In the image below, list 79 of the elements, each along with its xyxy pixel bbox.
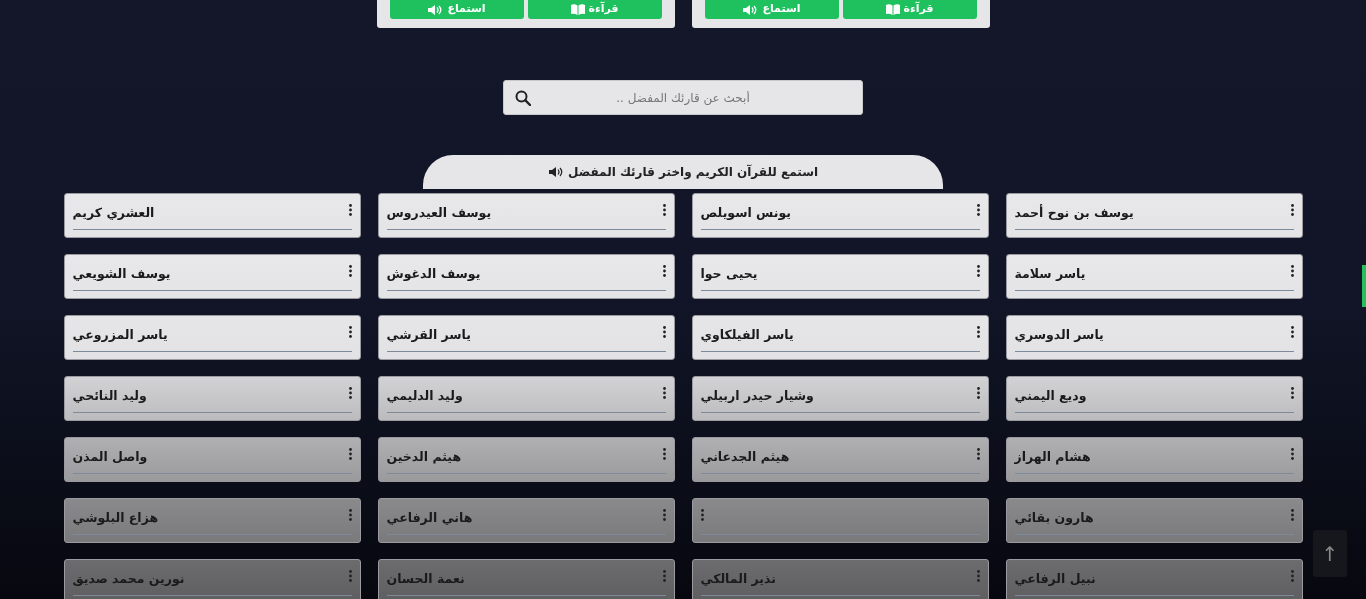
search-icon[interactable] [515,90,531,106]
more-options-icon[interactable] [662,265,666,277]
reciter-card[interactable]: هيثم الدخين [377,437,675,482]
reciter-card[interactable]: وليد النائحي [63,376,361,421]
reciter-card[interactable]: يوسف العيدروس [377,193,675,238]
more-options-icon[interactable] [1290,326,1294,338]
more-options-icon[interactable] [1290,387,1294,399]
more-options-icon[interactable] [348,326,352,338]
more-options-icon[interactable] [662,387,666,399]
reciter-name: نورين محمد صديق [72,570,185,588]
more-options-icon[interactable] [1290,204,1294,216]
reciter-card[interactable]: العشري كريم [63,193,361,238]
reciter-card[interactable]: يونس اسويلص [691,193,989,238]
reciter-name: نذير المالكي [700,570,776,588]
book-icon [885,4,900,15]
reciter-card[interactable]: يوسف الدغوش [377,254,675,299]
reciter-name: هزاع البلوشي [72,509,159,527]
more-options-icon[interactable] [348,387,352,399]
reciter-name: هيثم الدخين [386,448,462,466]
reciter-card[interactable]: وليد الدليمي [377,376,675,421]
reciter-name: يوسف بن نوح أحمد [1014,203,1134,222]
reciter-name: العشري كريم [72,204,155,222]
reciter-name: هشام الهراز [1014,448,1091,467]
reciter-name: ياسر الفيلكاوي [700,326,794,344]
reciter-card[interactable]: واصل المذن [63,437,361,482]
reciter-card[interactable]: هاني الرفاعي [377,498,675,543]
speaker-icon [547,166,564,178]
reciter-name: ياسر المزروعي [72,326,168,344]
more-options-icon[interactable] [662,204,666,216]
more-options-icon[interactable] [976,204,980,216]
reciter-card[interactable]: هزاع البلوشي [63,498,361,543]
reciter-name: وليد الدليمي [386,387,463,405]
more-options-icon[interactable] [662,326,666,338]
reciter-name: يوسف العيدروس [386,204,492,222]
reciter-card[interactable]: ياسر القرشي [377,315,675,360]
more-options-icon[interactable] [1290,265,1294,277]
reciter-name: ياسر الدوسري [1014,326,1104,344]
reciter-name: هاني الرفاعي [386,509,473,527]
reciter-name: ياسر القرشي [386,326,471,344]
reciter-name: يونس اسويلص [700,204,791,222]
reciter-card[interactable]: هارون بقائي [1005,498,1303,543]
reciter-card[interactable]: ياسر سلامة [1005,254,1303,299]
back-to-top-button[interactable]: ↑ [1313,530,1347,577]
scroll-indicator [1362,265,1366,307]
more-options-icon[interactable] [348,204,352,216]
speaker-icon [427,3,444,16]
more-options-icon[interactable] [348,265,352,277]
reciter-card[interactable]: يوسف بن نوح أحمد [1005,193,1303,238]
speaker-icon [742,3,759,16]
reciter-name: نبيل الرفاعي [1014,570,1096,588]
reciter-name: وديع اليمني [1014,387,1087,405]
reciter-card[interactable]: هيثم الجدعاني [691,437,989,482]
more-options-icon[interactable] [976,387,980,399]
book-icon [570,4,585,15]
more-options-icon[interactable] [348,448,352,460]
reciter-name: يوسف الشويعي [72,265,171,283]
reciter-card[interactable]: هشام الهراز [1005,437,1303,482]
reciter-card[interactable]: ياسر الفيلكاوي [691,315,989,360]
reciter-name: ياسر سلامة [1014,265,1086,283]
reciter-card[interactable]: وشيار حيدر اربيلي [691,376,989,421]
more-options-icon[interactable] [976,448,980,460]
reciter-card[interactable]: يحيى حوا [691,254,989,299]
more-options-icon[interactable] [976,265,980,277]
reciter-card[interactable]: وديع اليمني [1005,376,1303,421]
reciter-card[interactable]: ياسر الدوسري [1005,315,1303,360]
more-options-icon[interactable] [976,326,980,338]
section-title: استمع للقرآن الكريم واختر قارئك المفضل [567,163,819,181]
reciter-name: وليد النائحي [72,387,147,405]
reciter-name: يوسف الدغوش [386,265,481,283]
reciter-card[interactable]: يوسف الشويعي [63,254,361,299]
more-options-icon[interactable] [1290,448,1294,460]
reciter-name: هارون بقائي [1014,509,1094,527]
reciter-name: نعمة الحسان [386,570,465,588]
more-options-icon[interactable] [662,448,666,460]
reciter-name: هيثم الجدعاني [700,448,790,466]
reciter-name: يحيى حوا [700,265,758,283]
reciter-card[interactable]: ياسر المزروعي [63,315,361,360]
reciter-name: واصل المذن [72,448,148,466]
reciter-name: وشيار حيدر اربيلي [700,387,814,405]
